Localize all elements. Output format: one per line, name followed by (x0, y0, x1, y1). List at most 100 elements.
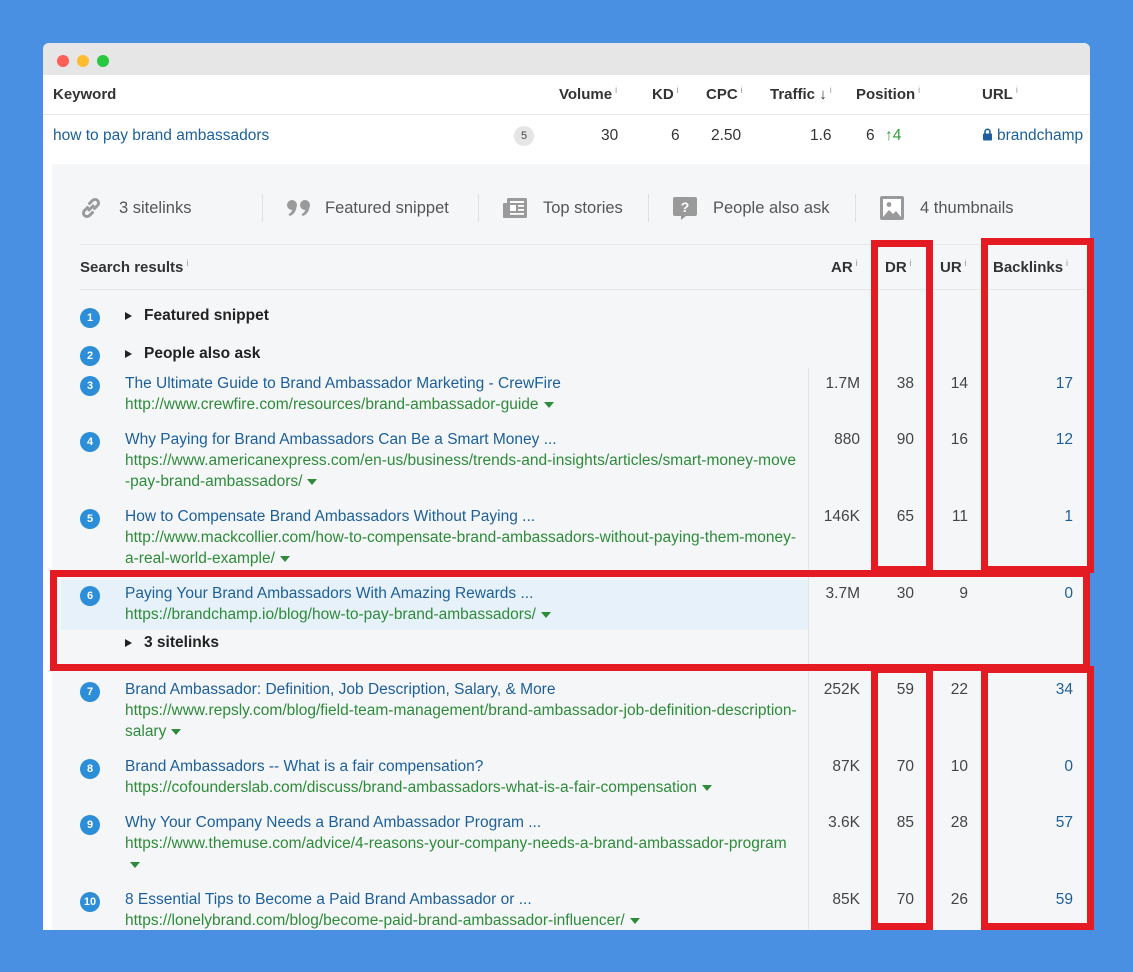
ur-column-header[interactable]: UR i (940, 245, 967, 291)
feature-sitelinks[interactable]: 3 sitelinks (77, 190, 191, 226)
info-icon[interactable]: i (830, 85, 832, 95)
cpc-column-header[interactable]: CPC i (706, 75, 743, 115)
feature-label: 3 sitelinks (119, 198, 192, 217)
result-title-link[interactable]: Why Your Company Needs a Brand Ambassado… (125, 812, 800, 833)
divider (262, 194, 263, 222)
result-url-link[interactable]: https://www.repsly.com/blog/field-team-m… (125, 700, 800, 742)
info-icon[interactable]: i (677, 85, 679, 95)
maximize-window-button[interactable] (97, 55, 109, 67)
ranking-url-link[interactable]: brandchamp (982, 115, 1083, 157)
result-text: The Ultimate Guide to Brand Ambassador M… (125, 373, 800, 415)
ar-value: 85K (832, 891, 860, 908)
serp-feature-count-badge[interactable]: 5 (514, 126, 534, 146)
result-url-link[interactable]: http://www.mackcollier.com/how-to-compen… (125, 527, 800, 569)
url-column-header[interactable]: URL i (982, 75, 1018, 115)
dr-value: 90 (896, 431, 914, 448)
result-title-link[interactable]: Paying Your Brand Ambassadors With Amazi… (125, 583, 800, 604)
chevron-down-icon[interactable] (279, 555, 290, 562)
chevron-down-icon[interactable] (540, 611, 551, 618)
keyword-row: how to pay brand ambassadors 5 30 6 2.50… (43, 115, 1090, 157)
keyword-link[interactable]: how to pay brand ambassadors (53, 115, 269, 157)
dr-column-header[interactable]: DR i (885, 245, 912, 291)
info-icon[interactable]: i (856, 258, 858, 268)
volume-column-header[interactable]: Volume i (559, 75, 617, 115)
feature-people-also-ask[interactable]: ? People also ask (671, 190, 830, 226)
result-url-link[interactable]: https://www.themuse.com/advice/4-reasons… (125, 833, 800, 875)
backlinks-link[interactable]: 57 (992, 812, 1073, 833)
result-url-text: https://cofounderslab.com/discuss/brand-… (125, 779, 698, 796)
rank-badge: 2 (80, 346, 100, 366)
expander-label: People also ask (144, 345, 261, 362)
backlinks-link[interactable]: 59 (992, 889, 1073, 910)
chevron-down-icon[interactable] (629, 917, 640, 924)
minimize-window-button[interactable] (77, 55, 89, 67)
result-title-link[interactable]: Why Paying for Brand Ambassadors Can Be … (125, 429, 800, 450)
chevron-down-icon[interactable] (307, 478, 318, 485)
feature-label: Top stories (543, 198, 623, 217)
url-header-label: URL (982, 86, 1013, 103)
caret-right-icon (125, 639, 132, 647)
result-url-link[interactable]: https://lonelybrand.com/blog/become-paid… (125, 910, 800, 930)
info-icon[interactable]: i (1066, 258, 1068, 268)
feature-featured-snippet[interactable]: Featured snippet (285, 190, 449, 226)
chevron-down-icon[interactable] (171, 728, 182, 735)
result-title-link[interactable]: The Ultimate Guide to Brand Ambassador M… (125, 373, 800, 394)
backlinks-link[interactable]: 17 (992, 373, 1073, 394)
info-icon[interactable]: i (918, 85, 920, 95)
info-icon[interactable]: i (186, 258, 188, 268)
result-url-link[interactable]: https://www.americanexpress.com/en-us/bu… (125, 450, 800, 492)
ur-value: 16 (950, 431, 968, 448)
result-row: 5 How to Compensate Brand Ambassadors Wi… (52, 504, 1090, 581)
ar-header-label: AR (831, 259, 853, 276)
feature-label: Featured snippet (325, 198, 449, 217)
sitelinks-expander[interactable]: 3 sitelinks (125, 634, 219, 652)
browser-window: Keyword Volume i KD i CPC i Traffic ↓ i Posi… (43, 43, 1090, 930)
caret-right-icon (125, 312, 132, 320)
backlinks-column-header[interactable]: Backlinks i (993, 245, 1068, 291)
result-url-link[interactable]: https://brandchamp.io/blog/how-to-pay-br… (125, 604, 800, 625)
info-icon[interactable]: i (910, 258, 912, 268)
kd-column-header[interactable]: KD i (652, 75, 679, 115)
info-icon[interactable]: i (741, 85, 743, 95)
feature-thumbnails[interactable]: 4 thumbnails (878, 190, 1014, 226)
close-window-button[interactable] (57, 55, 69, 67)
rank-badge: 1 (80, 308, 100, 328)
result-url-text: https://www.repsly.com/blog/field-team-m… (125, 702, 797, 740)
divider (648, 194, 649, 222)
result-text: Why Your Company Needs a Brand Ambassado… (125, 812, 800, 875)
rank-badge: 3 (80, 376, 100, 396)
result-row: 3 The Ultimate Guide to Brand Ambassador… (52, 371, 1090, 427)
backlinks-link[interactable]: 0 (992, 583, 1073, 604)
result-title-link[interactable]: Brand Ambassador: Definition, Job Descri… (125, 679, 800, 700)
serp-features-bar: 3 sitelinks Featured snippet Top stories… (52, 164, 1090, 244)
chevron-down-icon[interactable] (702, 784, 713, 791)
result-title-link[interactable]: 8 Essential Tips to Become a Paid Brand … (125, 889, 800, 910)
keyword-column-header[interactable]: Keyword (53, 75, 116, 115)
chevron-down-icon[interactable] (130, 861, 140, 868)
featured-snippet-expander[interactable]: Featured snippet (125, 307, 269, 325)
search-results-column-header[interactable]: Search results i (80, 245, 188, 291)
result-url-link[interactable]: https://cofounderslab.com/discuss/brand-… (125, 777, 800, 798)
backlinks-link[interactable]: 34 (992, 679, 1073, 700)
people-also-ask-expander[interactable]: People also ask (125, 345, 260, 363)
info-icon[interactable]: i (965, 258, 967, 268)
backlinks-link[interactable]: 12 (992, 429, 1073, 450)
ar-column-header[interactable]: AR i (831, 245, 858, 291)
feature-top-stories[interactable]: Top stories (501, 190, 623, 226)
backlinks-link[interactable]: 1 (992, 506, 1073, 527)
backlinks-link[interactable]: 0 (992, 756, 1073, 777)
result-text: Brand Ambassadors -- What is a fair comp… (125, 756, 800, 798)
svg-text:?: ? (681, 199, 690, 215)
position-value: 6 (866, 127, 875, 144)
chevron-down-icon[interactable] (543, 401, 554, 408)
info-icon[interactable]: i (1016, 85, 1018, 95)
result-title-link[interactable]: How to Compensate Brand Ambassadors With… (125, 506, 800, 527)
traffic-column-header[interactable]: Traffic ↓ i (770, 75, 832, 115)
info-icon[interactable]: i (615, 85, 617, 95)
rank-badge: 9 (80, 815, 100, 835)
image-icon (878, 194, 906, 222)
volume-value: 30 (601, 127, 619, 144)
result-url-link[interactable]: http://www.crewfire.com/resources/brand-… (125, 394, 800, 415)
result-title-link[interactable]: Brand Ambassadors -- What is a fair comp… (125, 756, 800, 777)
position-column-header[interactable]: Position i (856, 75, 920, 115)
